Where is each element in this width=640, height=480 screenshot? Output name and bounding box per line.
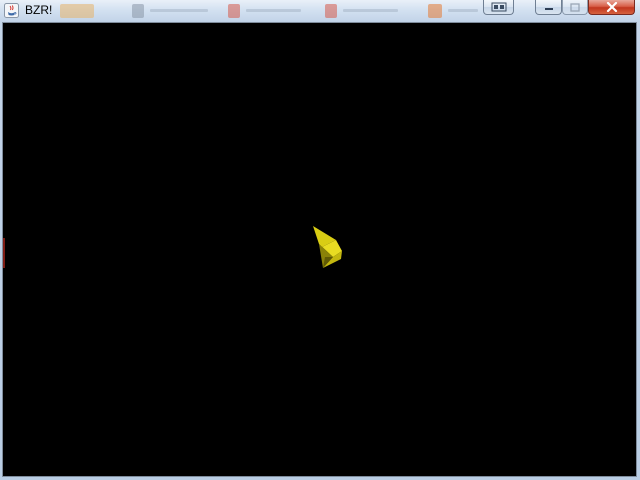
close-icon [606,2,617,12]
window-title: BZR! [25,3,53,17]
maximize-button[interactable] [562,0,588,15]
window-switch-button[interactable] [483,0,514,15]
game-canvas[interactable] [2,22,637,477]
close-button[interactable] [588,0,635,15]
maximize-icon [570,2,580,12]
title-bar[interactable]: BZR! [0,0,640,22]
background-reflection [60,1,480,21]
yellow-arrow-ship [313,226,342,268]
minimize-button[interactable] [535,0,562,15]
window-switch-icon [491,2,506,12]
java-coffee-cup-icon[interactable] [4,3,19,18]
app-window: BZR! [0,0,640,480]
minimize-icon [544,8,553,10]
scene [313,226,342,268]
